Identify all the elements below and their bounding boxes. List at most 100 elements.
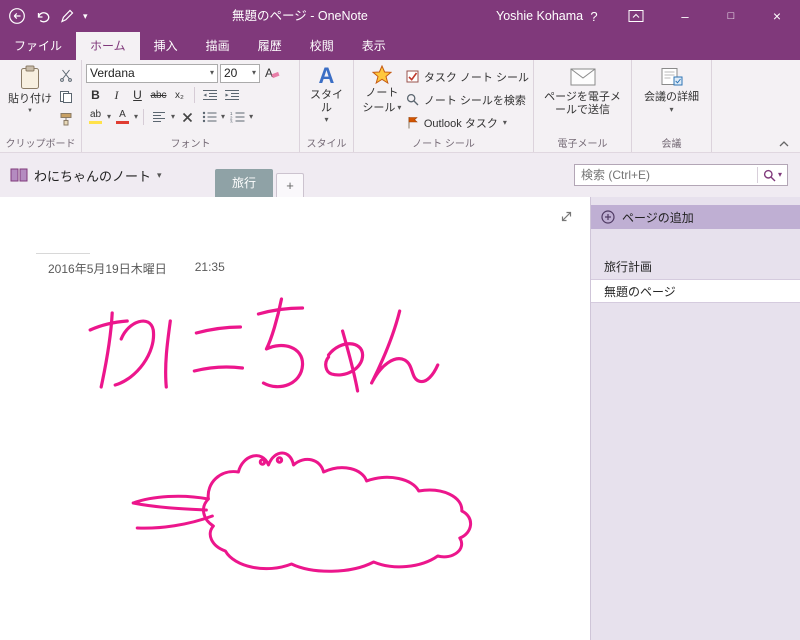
window-title: 無題のページ - OneNote <box>232 9 368 23</box>
search-scope-button[interactable]: ▾ <box>758 169 787 182</box>
add-page-label: ページの追加 <box>622 210 694 225</box>
pen-mode-icon[interactable] <box>60 9 74 23</box>
bullet-caret-icon[interactable]: ▾ <box>221 113 225 121</box>
maximize-button[interactable]: □ <box>708 0 754 32</box>
tab-home[interactable]: ホーム <box>76 32 140 60</box>
font-size-combobox[interactable]: 20 ▾ <box>220 63 260 83</box>
styles-button[interactable]: A スタイル ▾ <box>304 63 349 126</box>
task-tag-button[interactable]: タスク ノート シール <box>406 66 529 87</box>
paragraph-alignment-icon[interactable] <box>149 107 169 127</box>
page-list-item-selected[interactable]: 無題のページ <box>591 279 800 303</box>
tag-search-icon <box>406 93 419 106</box>
tab-insert[interactable]: 挿入 <box>140 32 192 60</box>
paste-button[interactable]: 貼り付け ▼ <box>4 63 56 116</box>
font-family-value: Verdana <box>90 66 135 80</box>
tab-view[interactable]: 表示 <box>348 32 400 60</box>
outlook-caret-icon: ▾ <box>502 117 507 127</box>
tab-history[interactable]: 履歴 <box>244 32 296 60</box>
search-input[interactable] <box>575 168 757 182</box>
page-list: 旅行計画 無題のページ <box>591 255 800 303</box>
search-scope-caret-icon: ▾ <box>777 170 782 179</box>
tab-file[interactable]: ファイル <box>0 32 76 60</box>
main-area: 2016年5月19日木曜日 21:35 ページの追加 旅行計画 無題のページ <box>0 197 800 640</box>
outlook-tasks-button[interactable]: Outlook タスク ▾ <box>406 112 529 133</box>
meeting-icon <box>661 65 683 89</box>
highlight-caret-icon[interactable]: ▾ <box>107 113 111 121</box>
group-label-meeting: 会議 <box>661 139 682 150</box>
font-color-caret-icon[interactable]: ▾ <box>134 113 138 121</box>
task-tag-label: タスク ノート シール <box>423 71 529 84</box>
page-time: 21:35 <box>194 260 225 274</box>
envelope-icon <box>570 65 596 89</box>
tag-label-line2: シール <box>362 101 396 114</box>
collapse-ribbon-icon[interactable] <box>778 140 790 148</box>
strikethrough-button[interactable]: abc <box>149 86 168 105</box>
group-tags: ノート シール ▾ タスク ノート シール ノート シールを検索 Outlook… <box>354 60 534 152</box>
find-tags-button[interactable]: ノート シールを検索 <box>406 89 529 110</box>
increase-indent-icon[interactable] <box>222 85 242 105</box>
highlight-button[interactable]: ab <box>86 108 105 127</box>
add-page-button[interactable]: ページの追加 <box>591 205 800 229</box>
ribbon-tab-strip: ファイル ホーム 挿入 描画 履歴 校閲 表示 <box>0 32 800 60</box>
search-box: ▾ <box>574 164 788 186</box>
back-icon[interactable] <box>8 7 26 25</box>
highlight-label: ab <box>89 109 102 120</box>
undo-icon[interactable] <box>35 9 51 24</box>
meeting-details-button[interactable]: 会議の詳細 ▾ <box>636 63 707 116</box>
notebook-bar: わにちゃんのノート ▾ 旅行 + ▾ <box>0 153 800 197</box>
ribbon: 貼り付け ▼ クリップボード Verdana ▾ 20 ▾ A B I U ab… <box>0 60 800 153</box>
font-color-bar <box>116 121 130 124</box>
group-label-styles: スタイル <box>306 139 347 150</box>
styles-caret-icon: ▾ <box>324 115 329 125</box>
checkbox-icon <box>406 70 419 83</box>
underline-button[interactable]: U <box>128 86 147 105</box>
pages-pane: ページの追加 旅行計画 無題のページ <box>590 197 800 640</box>
plus-circle-icon <box>601 210 615 224</box>
help-button[interactable]: ? <box>582 0 606 32</box>
font-family-combobox[interactable]: Verdana ▾ <box>86 63 218 83</box>
add-section-button[interactable]: + <box>276 173 305 197</box>
group-email: ページを電子メールで送信 電子メール <box>534 60 632 152</box>
italic-button[interactable]: I <box>107 86 126 105</box>
qat-customize-caret-icon[interactable]: ▾ <box>83 11 88 22</box>
find-tags-label: ノート シールを検索 <box>423 94 526 107</box>
font-color-button[interactable]: A <box>113 108 132 127</box>
cut-button[interactable] <box>56 65 76 85</box>
tab-review[interactable]: 校閲 <box>296 32 348 60</box>
styles-a-icon: A <box>318 63 335 88</box>
section-tabs: 旅行 + <box>215 169 305 197</box>
bullet-list-icon[interactable] <box>199 107 219 127</box>
divider <box>143 109 145 125</box>
email-page-label: ページを電子メールで送信 <box>544 91 621 116</box>
notebook-dropdown[interactable]: わにちゃんのノート ▾ <box>0 166 162 185</box>
note-tag-button[interactable]: ノート シール ▾ <box>358 63 406 116</box>
account-name[interactable]: Yoshie Kohama <box>496 0 583 32</box>
minimize-button[interactable]: – <box>662 0 708 32</box>
ribbon-display-options-icon[interactable] <box>622 0 650 32</box>
bold-button[interactable]: B <box>86 86 105 105</box>
group-clipboard: 貼り付け ▼ クリップボード <box>0 60 82 152</box>
paste-label: 貼り付け <box>8 93 52 105</box>
quick-access-toolbar: ▾ <box>8 0 88 32</box>
format-painter-button[interactable] <box>56 109 76 129</box>
styles-label: スタイル <box>310 89 343 114</box>
numbered-list-icon[interactable]: 123 <box>227 107 247 127</box>
divider <box>194 87 195 103</box>
title-bar: ▾ 無題のページ - OneNote Yoshie Kohama ? – □ × <box>0 0 800 32</box>
clear-formatting-button[interactable]: A <box>262 63 282 83</box>
close-button[interactable]: × <box>754 0 800 32</box>
email-page-button[interactable]: ページを電子メールで送信 <box>538 63 627 118</box>
decrease-indent-icon[interactable] <box>200 85 220 105</box>
delete-icon[interactable] <box>177 107 197 127</box>
subscript-button[interactable]: x₂ <box>170 86 189 105</box>
numbering-caret-icon[interactable]: ▾ <box>249 113 253 121</box>
alignment-caret-icon[interactable]: ▾ <box>171 113 175 121</box>
copy-button[interactable] <box>56 87 76 107</box>
tag-star-icon <box>371 65 392 85</box>
tab-draw[interactable]: 描画 <box>192 32 244 60</box>
page-list-item[interactable]: 旅行計画 <box>591 255 800 279</box>
notebook-caret-icon: ▾ <box>157 169 162 180</box>
section-tab-travel[interactable]: 旅行 <box>215 169 274 197</box>
page-canvas[interactable]: 2016年5月19日木曜日 21:35 <box>0 197 590 640</box>
full-page-view-icon[interactable] <box>559 209 574 224</box>
